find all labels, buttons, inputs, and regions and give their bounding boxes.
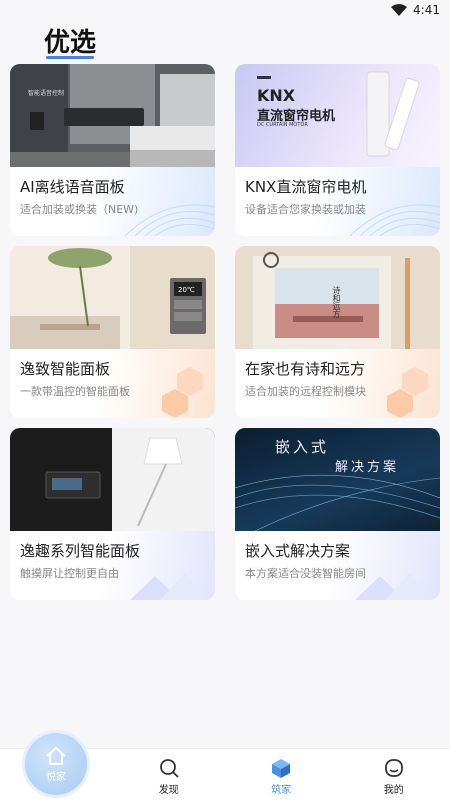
card-body: 逸趣系列智能面板 触摸屏让控制更自由 bbox=[10, 531, 215, 600]
image-caption-en: DC CURTAIN MOTOR bbox=[257, 122, 308, 128]
image-caption-poetry: 诗和远方 bbox=[332, 286, 341, 318]
card-yizhi-smart-panel[interactable]: 20℃ 逸致智能面板 一款带温控的智能面板 bbox=[10, 246, 215, 418]
profile-icon bbox=[384, 759, 403, 777]
card-body: KNX直流窗帘电机 设备适合您家换装或加装 bbox=[235, 167, 440, 236]
nav-item-home[interactable]: 悦家 bbox=[0, 730, 113, 800]
card-body: 逸致智能面板 一款带温控的智能面板 bbox=[10, 349, 215, 418]
card-image-bedroom: 智能语音控制 bbox=[10, 64, 215, 167]
cube-icon bbox=[272, 759, 291, 778]
card-image-curtain-motor: KNX 直流窗帘电机 DC CURTAIN MOTOR bbox=[235, 64, 440, 167]
image-caption: 智能语音控制 bbox=[28, 90, 65, 97]
status-bar: 4:41 bbox=[0, 0, 450, 20]
card-image-poetry-book: 诗和远方 bbox=[235, 246, 440, 349]
card-ai-voice-panel[interactable]: 智能语音控制 AI离线语音面板 适合加装或换装（NEW) bbox=[10, 64, 215, 236]
card-title: AI离线语音面板 bbox=[20, 178, 125, 196]
image-caption-embedded: 嵌入式 bbox=[275, 438, 330, 456]
wifi-icon bbox=[391, 4, 408, 16]
card-body: AI离线语音面板 适合加装或换装（NEW) bbox=[10, 167, 215, 236]
discover-icon bbox=[159, 759, 179, 778]
card-title: 逸趣系列智能面板 bbox=[20, 542, 141, 560]
card-subtitle: 适合加装的远程控制模块 bbox=[245, 385, 366, 398]
nav-item-profile[interactable]: 我的 bbox=[338, 749, 450, 800]
card-poetry-remote-module[interactable]: 诗和远方 在家也有诗和远方 适合加装的远程控制模块 bbox=[235, 246, 440, 418]
bottom-nav: 悦家 发现 筑家 我的 bbox=[0, 730, 450, 800]
image-caption-knx: KNX bbox=[257, 86, 296, 105]
card-image-panel-kitchen: 20℃ bbox=[10, 246, 215, 349]
card-body: 在家也有诗和远方 适合加装的远程控制模块 bbox=[235, 349, 440, 418]
card-knx-curtain-motor[interactable]: KNX 直流窗帘电机 DC CURTAIN MOTOR KNX直流窗帘电机 设备… bbox=[235, 64, 440, 236]
card-subtitle: 一款带温控的智能面板 bbox=[20, 385, 130, 398]
card-subtitle: 触摸屏让控制更自由 bbox=[20, 567, 119, 580]
nav-item-discover[interactable]: 发现 bbox=[113, 749, 226, 800]
card-subtitle: 本方案适合没装智能房间 bbox=[245, 567, 366, 580]
card-subtitle: 适合加装或换装（NEW) bbox=[20, 203, 139, 216]
card-title: 在家也有诗和远方 bbox=[245, 360, 366, 378]
card-image-touch-panel bbox=[10, 428, 215, 531]
home-icon bbox=[46, 746, 66, 765]
card-subtitle: 设备适合您家换装或加装 bbox=[245, 203, 366, 216]
nav-label-profile: 我的 bbox=[383, 785, 404, 796]
nav-item-build[interactable]: 筑家 bbox=[225, 749, 338, 800]
image-caption-temp: 20℃ bbox=[178, 286, 195, 294]
title-underline bbox=[46, 56, 94, 59]
home-active-bubble[interactable]: 悦家 bbox=[22, 730, 90, 798]
nav-label-discover: 发现 bbox=[158, 785, 179, 796]
card-title: KNX直流窗帘电机 bbox=[245, 178, 367, 196]
nav-label-build: 筑家 bbox=[271, 785, 292, 796]
page-title: 优选 bbox=[44, 28, 97, 58]
image-caption-solution: 解决方案 bbox=[335, 460, 400, 475]
status-time: 4:41 bbox=[413, 3, 440, 17]
nav-label-home: 悦家 bbox=[46, 771, 66, 783]
card-yiqu-series-panel[interactable]: 逸趣系列智能面板 触摸屏让控制更自由 bbox=[10, 428, 215, 600]
card-body: 嵌入式解决方案 本方案适合没装智能房间 bbox=[235, 531, 440, 600]
product-grid: 智能语音控制 AI离线语音面板 适合加装或换装（NEW) KNX 直流窗帘电机 … bbox=[10, 64, 440, 600]
card-title: 嵌入式解决方案 bbox=[245, 542, 351, 560]
card-title: 逸致智能面板 bbox=[20, 360, 111, 378]
card-embedded-solution[interactable]: 嵌入式 解决方案 嵌入式解决方案 本方案适合没装智能房间 bbox=[235, 428, 440, 600]
card-image-embedded: 嵌入式 解决方案 bbox=[235, 428, 440, 531]
